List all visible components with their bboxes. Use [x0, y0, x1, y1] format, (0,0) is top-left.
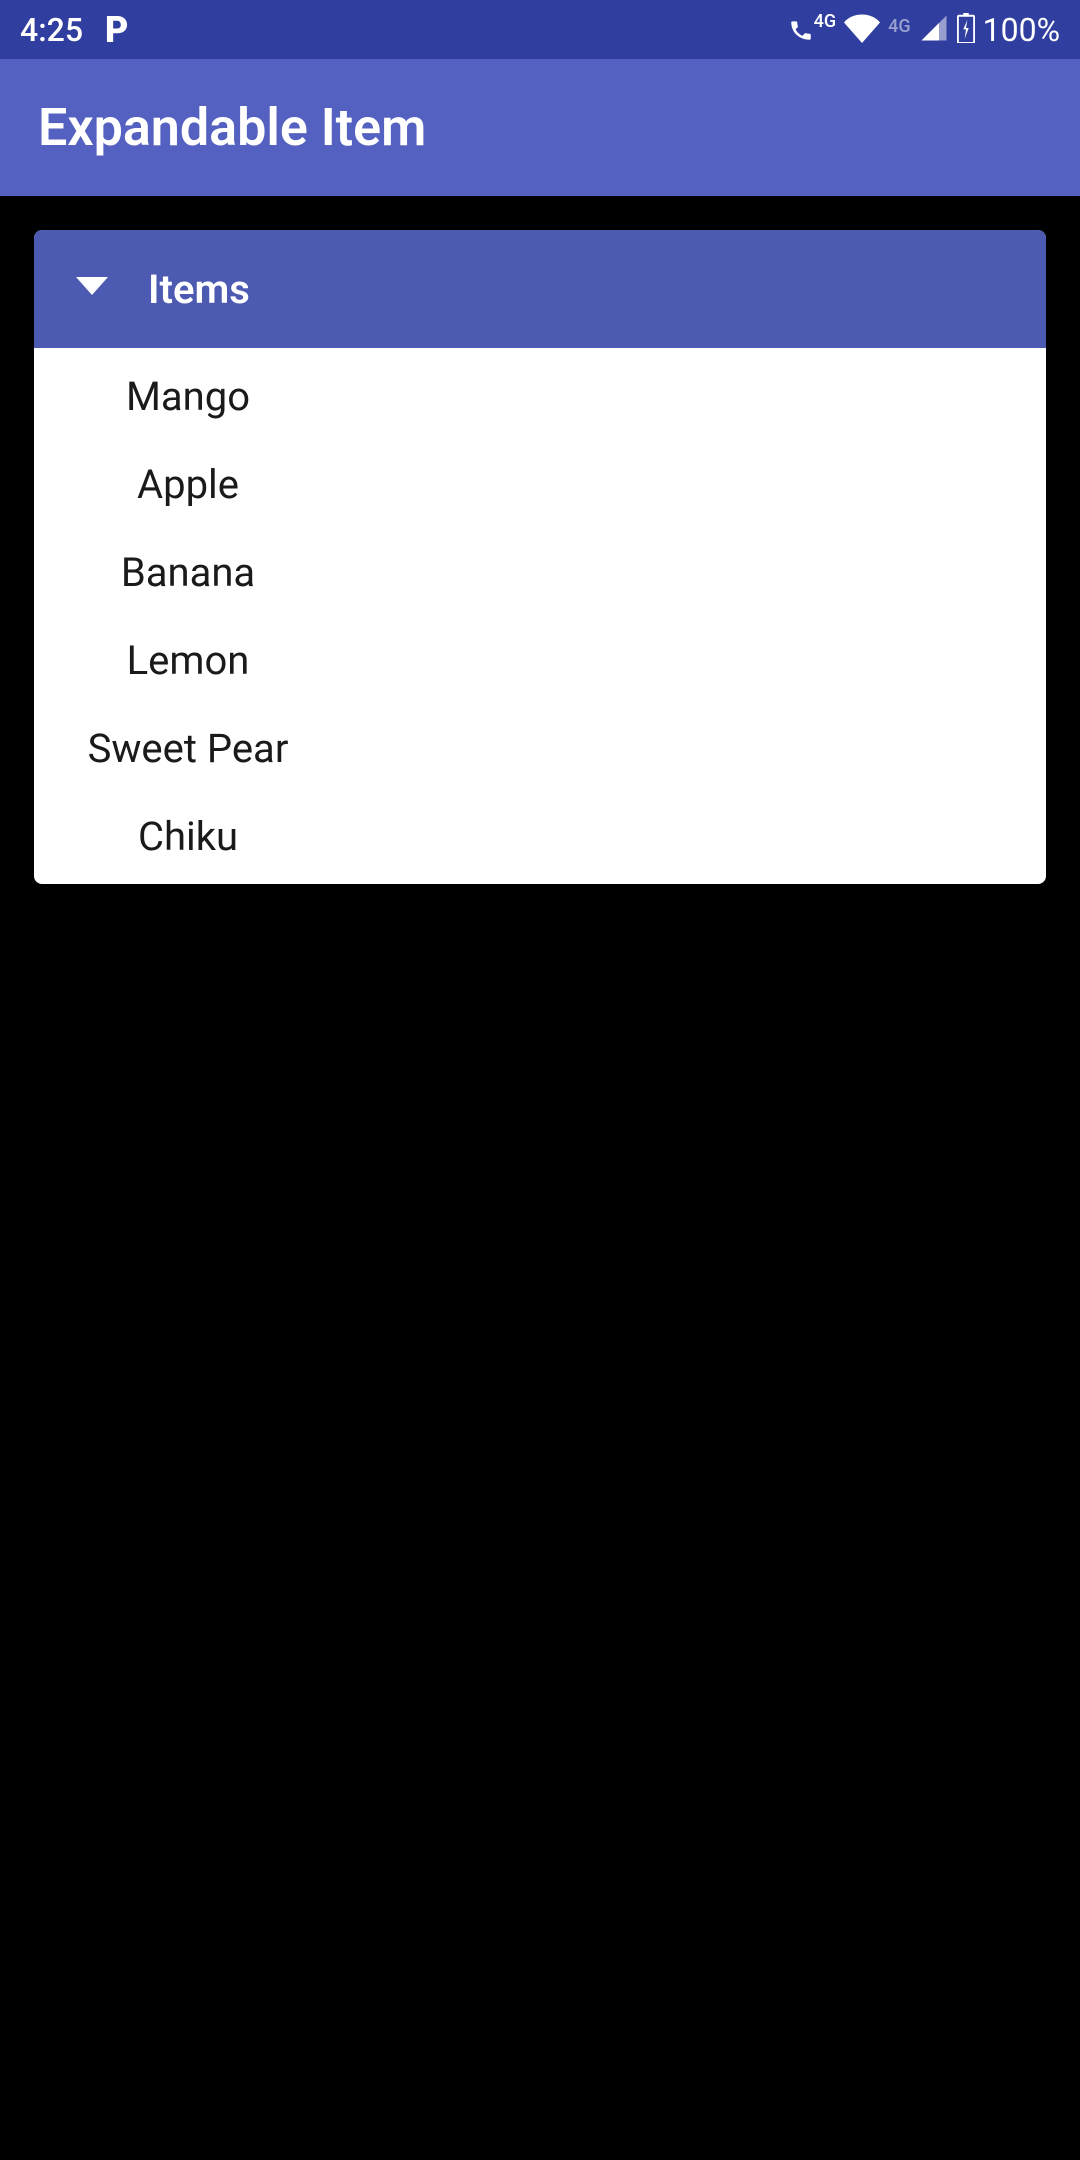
list-item-label: Lemon: [68, 637, 308, 684]
list-item[interactable]: Chiku: [34, 792, 1046, 880]
network-4g-dim-label: 4G: [888, 16, 911, 37]
list-item[interactable]: Lemon: [34, 616, 1046, 704]
list-body: Mango Apple Banana Lemon Sweet Pear Chik…: [34, 348, 1046, 884]
group-header-items[interactable]: Items: [34, 230, 1046, 348]
status-bar: 4:25 P 4G 4G 100%: [0, 0, 1080, 59]
content-area: Items Mango Apple Banana Lemon Sweet Pea…: [0, 196, 1080, 918]
list-item[interactable]: Mango: [34, 352, 1046, 440]
signal-icon: [919, 13, 949, 47]
p-icon: P: [105, 9, 126, 51]
list-item[interactable]: Banana: [34, 528, 1046, 616]
app-title: Expandable Item: [38, 97, 426, 158]
network-4g-label: 4G: [814, 11, 837, 32]
status-time: 4:25: [20, 11, 83, 49]
status-bar-left: 4:25 P: [20, 9, 126, 51]
phone-4g-icon: 4G: [788, 17, 837, 43]
list-item-label: Banana: [68, 549, 308, 596]
list-item-label: Sweet Pear: [68, 725, 308, 772]
group-header-label: Items: [148, 266, 250, 313]
wifi-icon: [844, 10, 880, 50]
list-item[interactable]: Sweet Pear: [34, 704, 1046, 792]
status-bar-right: 4G 4G 100%: [788, 10, 1060, 50]
list-item-label: Apple: [68, 461, 308, 508]
battery-percent: 100%: [983, 11, 1060, 49]
chevron-down-icon: [76, 277, 108, 301]
list-item-label: Mango: [68, 373, 308, 420]
battery-charging-icon: [957, 13, 975, 47]
app-bar: Expandable Item: [0, 59, 1080, 196]
expandable-card: Items Mango Apple Banana Lemon Sweet Pea…: [34, 230, 1046, 884]
list-item-label: Chiku: [68, 813, 308, 860]
list-item[interactable]: Apple: [34, 440, 1046, 528]
